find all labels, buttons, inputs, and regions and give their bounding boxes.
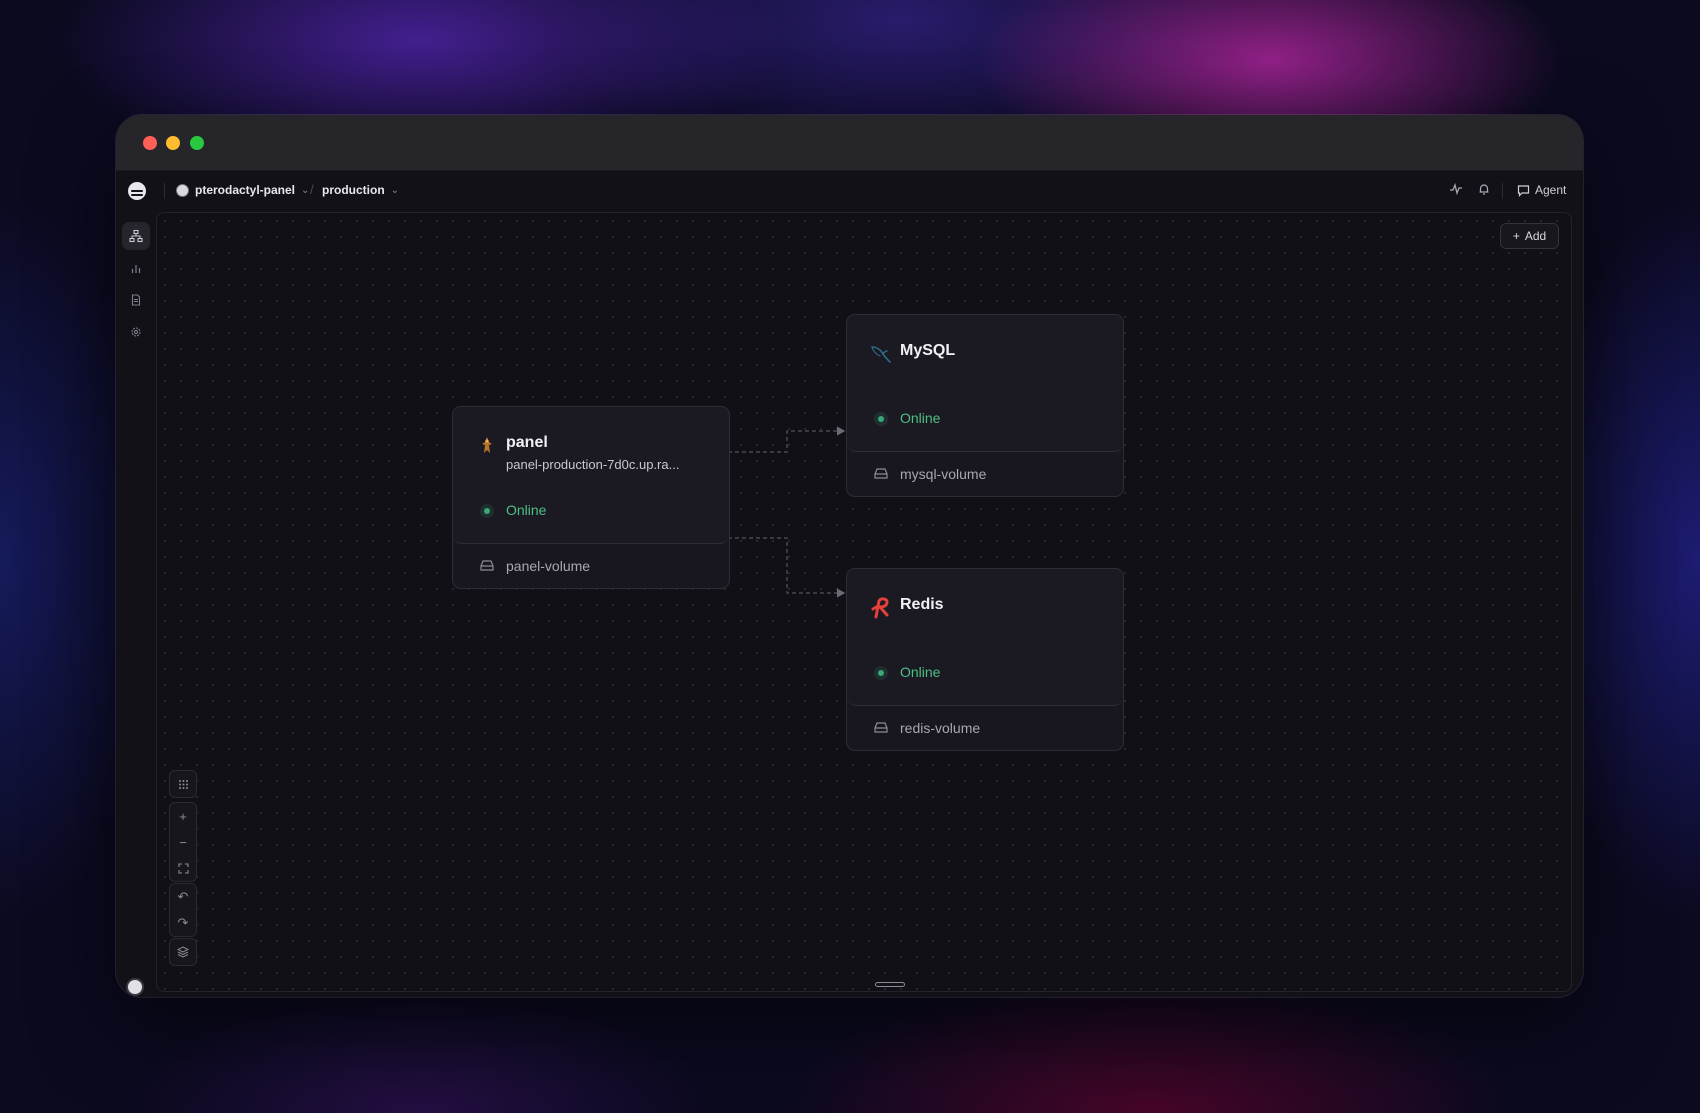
title-bar (116, 115, 1583, 171)
service-url[interactable]: panel-production-7d0c.up.ra... (506, 457, 679, 472)
minimize-window-button[interactable] (166, 136, 180, 150)
layers-group (169, 938, 197, 966)
disk-icon (874, 722, 888, 733)
redo-icon[interactable]: ↷ (170, 910, 196, 936)
bell-icon[interactable] (1477, 182, 1491, 199)
user-avatar[interactable] (126, 978, 144, 996)
service-card-main[interactable]: Redis Online (847, 569, 1123, 706)
grid-toggle-group (169, 770, 197, 798)
activity-icon[interactable] (1449, 182, 1463, 199)
breadcrumb-separator: / (310, 182, 314, 197)
docs-icon (131, 294, 141, 306)
service-status: Online (900, 664, 941, 680)
layers-icon[interactable] (170, 939, 196, 965)
agent-button[interactable]: Agent (1517, 183, 1566, 197)
sidebar-item-architecture[interactable] (122, 222, 150, 250)
project-canvas[interactable]: + Add panel panel-production-7d0c.up.ra.… (156, 212, 1572, 992)
project-selector[interactable]: pterodactyl-panel ⌄ (176, 183, 309, 197)
fit-view-icon[interactable] (170, 855, 196, 881)
edge-panel-mysql (728, 426, 846, 453)
top-bar: pterodactyl-panel ⌄ / production ⌄ Agent (116, 171, 1583, 211)
service-card-main[interactable]: MySQL Online (847, 315, 1123, 452)
divider (1502, 183, 1503, 199)
sidebar-item-docs[interactable] (122, 286, 150, 314)
service-title: panel (506, 434, 548, 451)
service-title: MySQL (900, 342, 956, 359)
grid-icon[interactable] (170, 771, 196, 797)
service-card-mysql[interactable]: MySQL Online mysql-volume (846, 314, 1124, 497)
service-card-main[interactable]: panel panel-production-7d0c.up.ra... Onl… (453, 407, 729, 544)
environment-name: production (322, 183, 385, 197)
app-window: pterodactyl-panel ⌄ / production ⌄ Agent (116, 115, 1583, 997)
chat-icon (1517, 184, 1530, 197)
edge-panel-redis (728, 537, 846, 598)
drawer-handle[interactable] (875, 982, 905, 987)
volume-row[interactable]: mysql-volume (847, 452, 1123, 496)
status-dot (878, 416, 884, 422)
volume-name: mysql-volume (900, 466, 987, 482)
service-card-redis[interactable]: Redis Online redis-volume (846, 568, 1124, 751)
sidebar (116, 212, 155, 997)
history-controls: ↶ ↷ (169, 883, 197, 937)
chevron-down-icon: ⌄ (390, 184, 400, 196)
service-status: Online (900, 410, 941, 426)
status-dot (878, 670, 884, 676)
close-window-button[interactable] (143, 136, 157, 150)
project-avatar (176, 183, 189, 197)
volume-row[interactable]: redis-volume (847, 706, 1123, 750)
volume-name: redis-volume (900, 720, 981, 736)
sidebar-item-metrics[interactable] (122, 254, 150, 282)
redis-icon (870, 597, 892, 619)
mysql-dolphin-icon (870, 343, 892, 365)
chevron-down-icon: ⌄ (301, 184, 310, 196)
zoom-in-icon[interactable]: + (170, 803, 196, 829)
project-name: pterodactyl-panel (195, 183, 296, 197)
service-status: Online (506, 502, 547, 518)
metrics-icon (131, 265, 141, 273)
agent-label: Agent (1535, 183, 1567, 197)
volume-row[interactable]: panel-volume (453, 544, 729, 588)
zoom-out-icon[interactable]: − (170, 829, 196, 855)
maximize-window-button[interactable] (190, 136, 204, 150)
railway-logo-icon[interactable] (128, 182, 146, 200)
pterodactyl-icon (476, 435, 498, 457)
architecture-icon (129, 229, 143, 243)
divider (164, 183, 165, 199)
disk-icon (874, 468, 888, 479)
status-dot (484, 508, 490, 514)
environment-selector[interactable]: production ⌄ (322, 183, 399, 197)
undo-icon[interactable]: ↶ (170, 884, 196, 910)
service-card-panel[interactable]: panel panel-production-7d0c.up.ra... Onl… (452, 406, 730, 589)
disk-icon (480, 560, 494, 571)
volume-name: panel-volume (506, 558, 591, 574)
zoom-controls: + − (169, 802, 197, 882)
service-title: Redis (900, 596, 944, 613)
sidebar-item-settings[interactable] (122, 318, 150, 346)
settings-icon (131, 327, 141, 337)
